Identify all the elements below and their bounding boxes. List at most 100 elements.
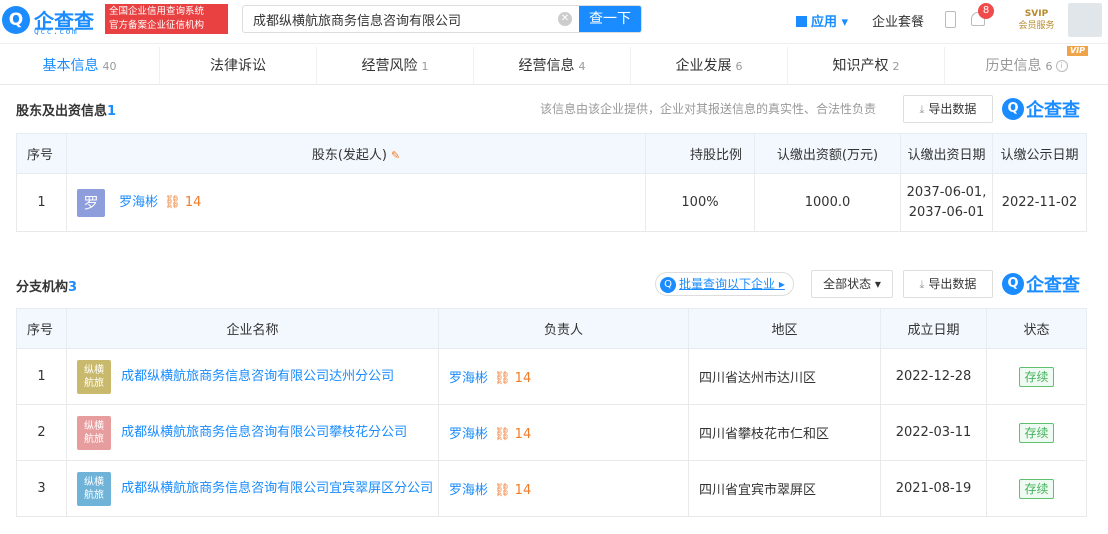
- company-logo: 纵横 航旅: [77, 471, 111, 506]
- public-date-cell: 2022-11-02: [992, 173, 1087, 232]
- export-label: 导出数据: [928, 277, 977, 291]
- top-bar: Q 企查查 Qcc.com 全国企业信用查询系统 官方备案企业征信机构 ✕ 查一…: [0, 0, 1108, 44]
- search-button[interactable]: 查一下: [579, 6, 641, 32]
- tab-development[interactable]: 企业发展 6: [631, 47, 788, 85]
- relation-count: 14: [184, 195, 202, 210]
- phone-icon[interactable]: [945, 11, 956, 28]
- brand-watermark: Q 企查查: [1002, 271, 1080, 297]
- table-row: 3 纵横 航旅 成都纵横航旅商务信息咨询有限公司宜宾翠屏区分公司 罗海彬 ⛓ 14 …: [16, 460, 1087, 517]
- subscribe-date-cell: 2037-06-01, 2037-06-01: [900, 173, 993, 232]
- col-header: 认缴出资日期: [900, 133, 993, 174]
- slogan-line-2: 官方备案企业征信机构: [109, 20, 205, 31]
- tab-ip[interactable]: 知识产权 2: [788, 47, 945, 85]
- clear-icon[interactable]: ✕: [558, 12, 572, 26]
- relation-graph-link[interactable]: ⛓ 14: [494, 427, 531, 442]
- batch-query-button[interactable]: Q 批量查询以下企业 ▸: [655, 272, 794, 296]
- relation-graph-link[interactable]: ⛓ 14: [494, 371, 531, 386]
- export-button[interactable]: ⤓ 导出数据: [903, 95, 993, 123]
- region-cell: 四川省宜宾市翠屏区: [688, 460, 881, 517]
- tab-count: 40: [102, 60, 117, 73]
- subscribe-date: 2037-06-01: [908, 204, 985, 220]
- export-button[interactable]: ⤓ 导出数据: [903, 270, 993, 298]
- relation-icon: ⛓: [494, 483, 511, 498]
- date-cell: 2022-03-11: [880, 404, 987, 461]
- tab-history[interactable]: VIP 历史信息 6 i: [945, 46, 1108, 85]
- svip-button[interactable]: SVIP 会员服务: [1014, 8, 1059, 34]
- package-link[interactable]: 企业套餐: [872, 11, 924, 30]
- col-header: 负责人: [438, 308, 689, 349]
- tab-label: 经营信息: [518, 58, 575, 74]
- apps-grid-icon: [796, 16, 807, 27]
- company-cell: 纵横 航旅 成都纵横航旅商务信息咨询有限公司攀枝花分公司: [66, 404, 439, 461]
- date-cell: 2022-12-28: [880, 348, 987, 405]
- tab-count: 6: [735, 60, 743, 73]
- person-cell: 罗海彬 ⛓ 14: [438, 348, 689, 405]
- tab-count: 6: [1045, 60, 1053, 73]
- site-logo[interactable]: Q 企查查 Qcc.com: [2, 4, 100, 36]
- brand-text: 企查查: [1026, 275, 1080, 296]
- tab-count: 4: [578, 60, 586, 73]
- shareholders-title: 股东及出资信息1: [16, 100, 116, 119]
- user-avatar[interactable]: [1068, 3, 1102, 37]
- logo-line: 航旅: [84, 489, 104, 501]
- disclaimer-text: 该信息由该企业提供，企业对其报送信息的真实性、合法性负责: [540, 102, 877, 116]
- relation-icon: ⛓: [494, 371, 511, 386]
- relation-count: 14: [514, 483, 532, 498]
- table-row: 2 纵横 航旅 成都纵横航旅商务信息咨询有限公司攀枝花分公司 罗海彬 ⛓ 14 四川…: [16, 404, 1087, 461]
- tab-risk[interactable]: 经营风险 1: [317, 47, 474, 85]
- section-count: 3: [68, 280, 78, 295]
- person-name-link[interactable]: 罗海彬: [449, 483, 488, 498]
- brand-logo-icon: Q: [1002, 273, 1024, 295]
- notification-badge: 8: [978, 3, 994, 19]
- status-cell: 存续: [986, 348, 1087, 405]
- col-header: 序号: [16, 308, 67, 349]
- tab-label: 基本信息: [42, 58, 99, 74]
- brand-logo-icon: Q: [1002, 98, 1024, 120]
- col-header: 认缴出资额(万元): [754, 133, 901, 174]
- date-cell: 2021-08-19: [880, 460, 987, 517]
- apps-menu[interactable]: 应用 ▾: [796, 11, 848, 30]
- search-box: ✕ 查一下: [242, 5, 642, 33]
- slogan-banner: 全国企业信用查询系统 官方备案企业征信机构: [105, 4, 228, 34]
- slogan-line-1: 全国企业信用查询系统: [109, 6, 205, 17]
- relation-graph-link[interactable]: ⛓ 14: [164, 195, 201, 210]
- table-row: 1 纵横 航旅 成都纵横航旅商务信息咨询有限公司达州分公司 罗海彬 ⛓ 14 四川省…: [16, 348, 1087, 405]
- person-name-link[interactable]: 罗海彬: [449, 427, 488, 442]
- chevron-down-icon: ▾: [841, 15, 849, 30]
- table-header-row: 序号 股东(发起人) ✎ 持股比例 认缴出资额(万元) 认缴出资日期 认缴公示日期: [16, 133, 1087, 174]
- row-index: 3: [16, 460, 67, 517]
- status-badge: 存续: [1019, 478, 1054, 499]
- company-name-link[interactable]: 成都纵横航旅商务信息咨询有限公司达州分公司: [121, 369, 394, 384]
- logo-mark-icon: Q: [2, 6, 30, 34]
- export-label: 导出数据: [928, 102, 977, 116]
- person-cell: 罗海彬 ⛓ 14: [438, 404, 689, 461]
- tab-operation[interactable]: 经营信息 4: [474, 47, 631, 85]
- company-name-link[interactable]: 成都纵横航旅商务信息咨询有限公司宜宾翠屏区分公司: [121, 481, 433, 496]
- company-logo: 纵横 航旅: [77, 415, 111, 450]
- info-icon[interactable]: i: [1055, 60, 1068, 72]
- status-cell: 存续: [986, 404, 1087, 461]
- apps-label: 应用: [811, 15, 838, 30]
- relation-icon: ⛓: [164, 195, 181, 210]
- col-header: 股东(发起人) ✎: [66, 133, 646, 174]
- status-badge: 存续: [1019, 366, 1054, 387]
- company-cell: 纵横 航旅 成都纵横航旅商务信息咨询有限公司宜宾翠屏区分公司: [66, 460, 439, 517]
- edit-icon[interactable]: ✎: [391, 149, 400, 162]
- person-name-link[interactable]: 罗海彬: [449, 371, 488, 386]
- person-cell: 罗海彬 ⛓ 14: [438, 460, 689, 517]
- tab-basic-info[interactable]: 基本信息 40: [0, 47, 160, 85]
- tab-bar: 基本信息 40 法律诉讼 经营风险 1 经营信息 4 企业发展 6 知识产权 2 VIP 历…: [0, 46, 1108, 85]
- col-header: 状态: [986, 308, 1087, 349]
- relation-icon: ⛓: [494, 427, 511, 442]
- search-input[interactable]: [243, 6, 573, 32]
- relation-graph-link[interactable]: ⛓ 14: [494, 483, 531, 498]
- brand-watermark: Q 企查查: [1002, 96, 1080, 122]
- tab-count: 2: [892, 60, 900, 73]
- company-name-link[interactable]: 成都纵横航旅商务信息咨询有限公司攀枝花分公司: [121, 425, 407, 440]
- status-filter-dropdown[interactable]: 全部状态 ▾: [811, 270, 893, 298]
- shareholder-name-link[interactable]: 罗海彬: [119, 195, 158, 210]
- download-icon: ⤓: [919, 278, 925, 291]
- batch-icon: Q: [660, 276, 676, 293]
- branches-table: 序号 企业名称 负责人 地区 成立日期 状态 1 纵横 航旅 成都纵横航旅商务信息…: [16, 308, 1087, 517]
- tab-legal[interactable]: 法律诉讼: [160, 47, 317, 85]
